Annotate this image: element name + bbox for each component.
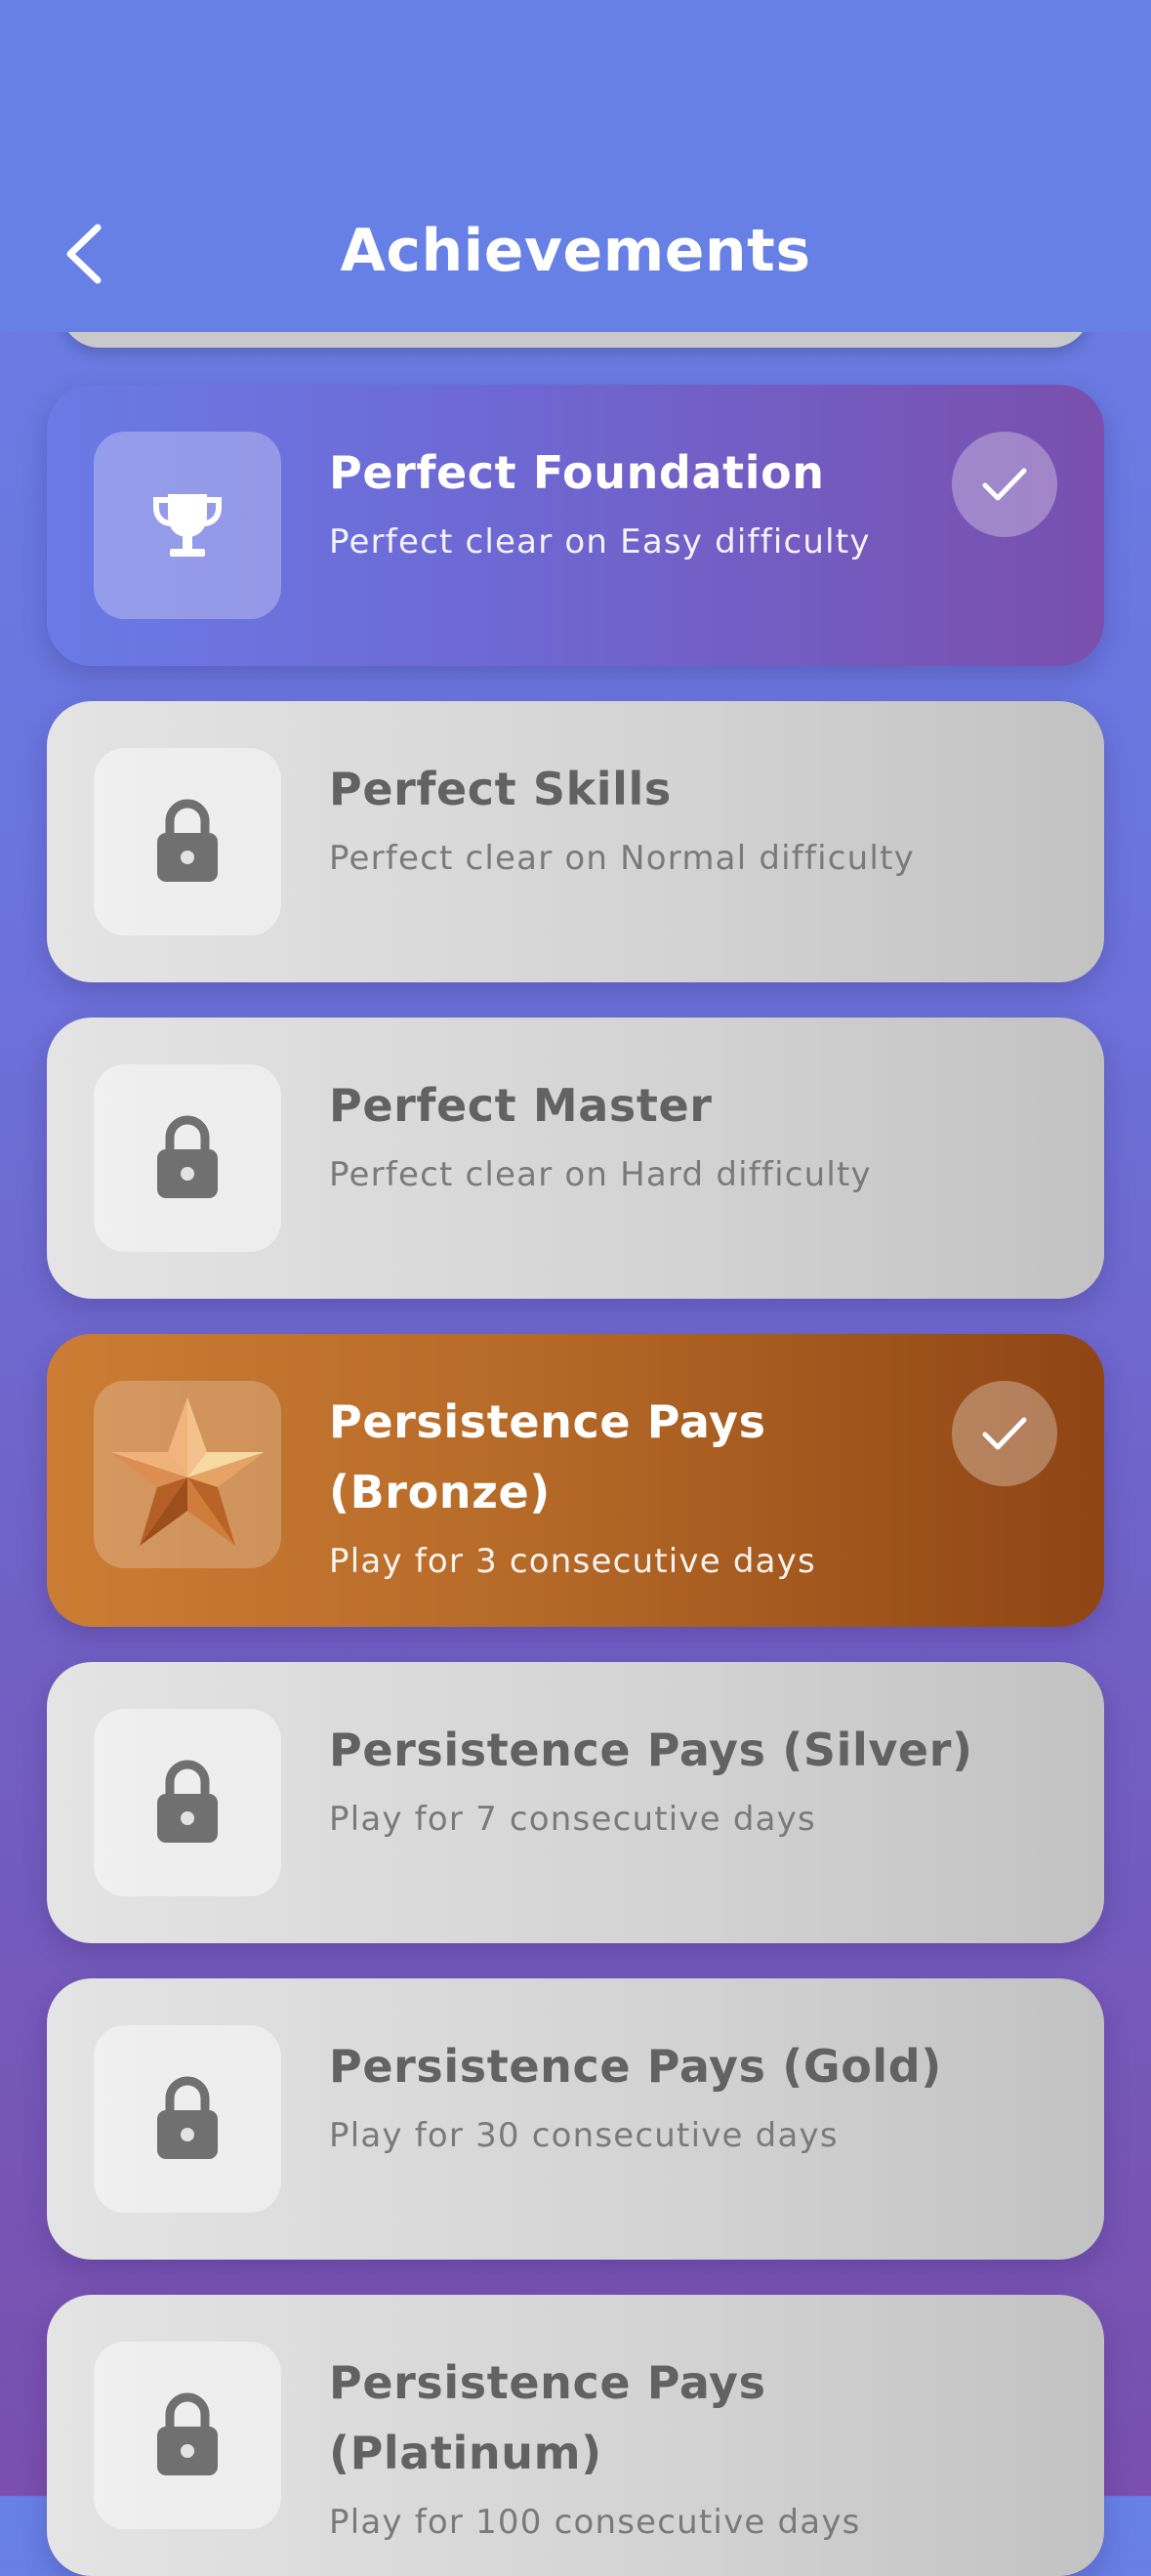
achievement-text: Persistence Pays (Platinum) Play for 100… xyxy=(329,2347,977,2547)
achievement-description: Play for 3 consecutive days xyxy=(329,1542,816,1581)
achievement-icon-box xyxy=(94,1064,281,1252)
achievement-card-perfect-foundation[interactable]: Perfect Foundation Perfect clear on Easy… xyxy=(47,385,1104,666)
achievement-icon-box xyxy=(94,432,281,619)
achievement-card-persistence-silver[interactable]: Persistence Pays (Silver) Play for 7 con… xyxy=(47,1662,1104,1943)
achievement-icon-box xyxy=(94,1709,281,1896)
achievement-card-persistence-bronze[interactable]: Persistence Pays (Bronze) Play for 3 con… xyxy=(47,1334,1104,1627)
page-title: Achievements xyxy=(340,217,811,285)
achievement-description: Play for 30 consecutive days xyxy=(329,2116,839,2155)
achievement-text: Perfect Skills Perfect clear on Normal d… xyxy=(329,754,977,883)
unlocked-badge xyxy=(952,1381,1057,1486)
achievement-card-persistence-gold[interactable]: Persistence Pays (Gold) Play for 30 cons… xyxy=(47,1978,1104,2260)
achievement-description: Perfect clear on Hard difficulty xyxy=(329,1155,872,1194)
achievement-title: Perfect Skills xyxy=(329,763,672,815)
unlocked-badge xyxy=(952,432,1057,537)
bronze-star-icon xyxy=(110,1397,265,1546)
header-bar: Achievements xyxy=(0,0,1151,332)
achievement-title: Perfect Master xyxy=(329,1079,713,1132)
lock-icon xyxy=(157,2076,218,2159)
lock-icon xyxy=(157,1760,218,1843)
achievement-title: Persistence Pays (Platinum) xyxy=(329,2356,766,2479)
achievement-icon-box xyxy=(94,748,281,935)
achievement-text: Perfect Master Perfect clear on Hard dif… xyxy=(329,1070,977,1199)
achievement-card-perfect-master[interactable]: Perfect Master Perfect clear on Hard dif… xyxy=(47,1018,1104,1299)
checkmark-icon xyxy=(982,468,1027,501)
achievement-description: Perfect clear on Easy difficulty xyxy=(329,522,871,561)
achievement-title: Perfect Foundation xyxy=(329,446,825,499)
achievement-icon-box xyxy=(94,1381,281,1568)
achievement-title: Persistence Pays (Bronze) xyxy=(329,1395,766,1518)
achievement-icon-box xyxy=(94,2342,281,2529)
achievement-title: Persistence Pays (Silver) xyxy=(329,1724,973,1776)
lock-icon xyxy=(157,2392,218,2475)
achievement-description: Perfect clear on Normal difficulty xyxy=(329,839,915,878)
achievement-text: Persistence Pays (Bronze) Play for 3 con… xyxy=(329,1387,977,1586)
achievement-description: Play for 100 consecutive days xyxy=(329,2503,861,2542)
achievements-list[interactable]: Perfect Foundation Perfect clear on Easy… xyxy=(0,0,1151,2576)
checkmark-icon xyxy=(982,1417,1027,1450)
achievement-card-perfect-skills[interactable]: Perfect Skills Perfect clear on Normal d… xyxy=(47,701,1104,982)
achievement-text: Persistence Pays (Silver) Play for 7 con… xyxy=(329,1715,977,1844)
lock-icon xyxy=(157,799,218,882)
achievement-title: Persistence Pays (Gold) xyxy=(329,2040,942,2093)
achievement-card-persistence-platinum[interactable]: Persistence Pays (Platinum) Play for 100… xyxy=(47,2295,1104,2576)
achievement-text: Persistence Pays (Gold) Play for 30 cons… xyxy=(329,2031,977,2160)
achievement-text: Perfect Foundation Perfect clear on Easy… xyxy=(329,437,977,566)
lock-icon xyxy=(157,1115,218,1198)
achievement-description: Play for 7 consecutive days xyxy=(329,1800,816,1839)
trophy-icon xyxy=(153,494,222,557)
achievement-icon-box xyxy=(94,2025,281,2213)
